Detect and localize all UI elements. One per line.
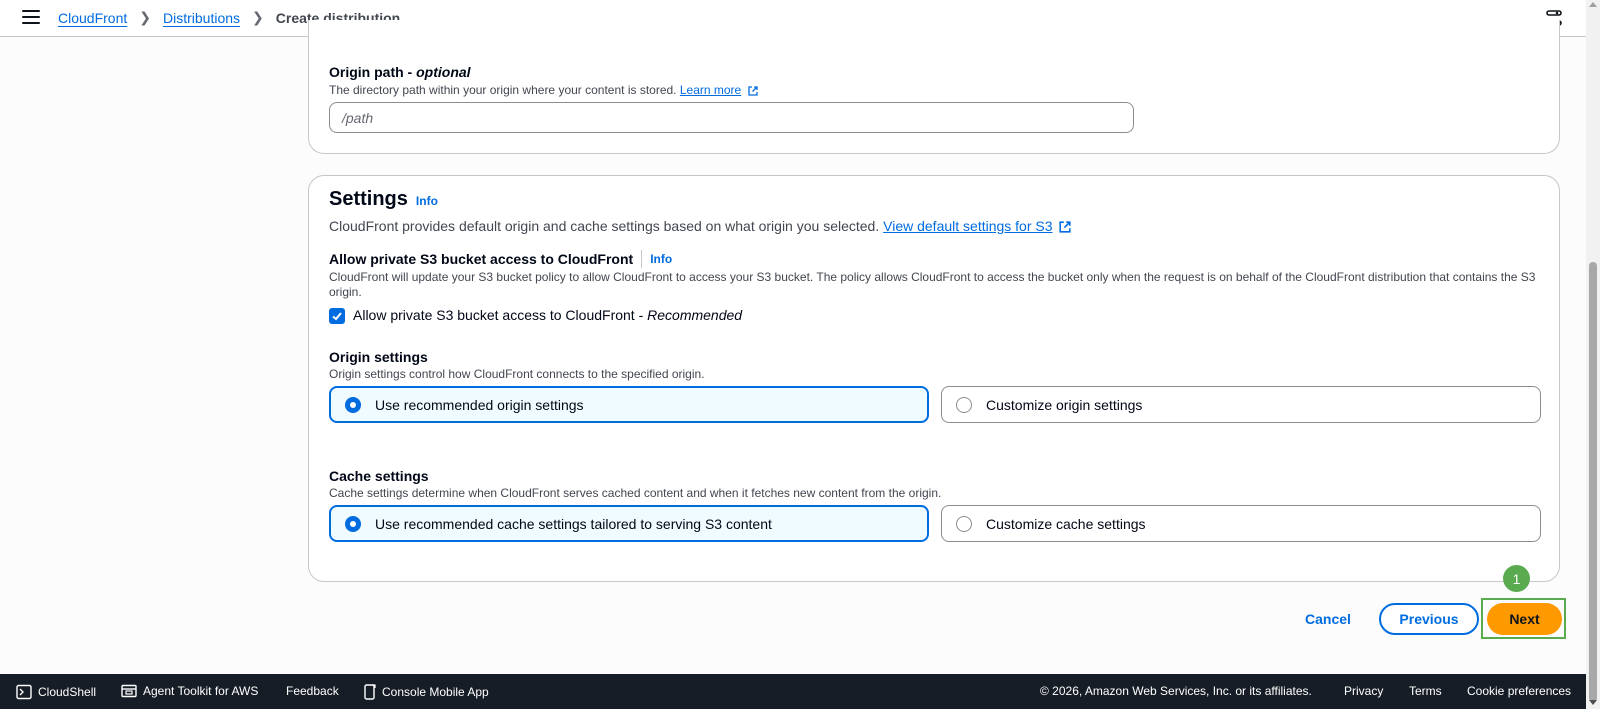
radio-selected-icon xyxy=(345,515,361,532)
settings-header: Settings Info xyxy=(329,188,438,211)
console-mobile-app-link[interactable]: Console Mobile App xyxy=(364,684,489,700)
learn-more-link[interactable]: Learn more xyxy=(680,83,741,97)
console-footer: CloudShell Agent Toolkit for AWS Feedbac… xyxy=(0,674,1586,709)
terms-link[interactable]: Terms xyxy=(1409,684,1442,698)
previous-button[interactable]: Previous xyxy=(1379,603,1479,635)
chevron-right-icon: ❯ xyxy=(252,9,264,25)
scroll-down-icon[interactable] xyxy=(1589,700,1597,705)
settings-description: CloudFront provides default origin and c… xyxy=(329,218,1072,234)
private-access-checkbox-label[interactable]: Allow private S3 bucket access to CloudF… xyxy=(353,307,742,323)
origin-path-placeholder: /path xyxy=(342,109,374,126)
menu-icon[interactable] xyxy=(22,10,40,24)
page-scrollbar[interactable] xyxy=(1586,0,1600,709)
settings-info-link[interactable]: Info xyxy=(416,194,438,208)
cancel-button[interactable]: Cancel xyxy=(1295,603,1361,635)
origin-path-container: Origin path - optional The directory pat… xyxy=(308,20,1560,154)
cookie-preferences-link[interactable]: Cookie preferences xyxy=(1467,684,1571,698)
cache-customize-label: Customize cache settings xyxy=(986,515,1146,532)
mobile-phone-icon xyxy=(364,684,376,700)
origin-recommended-label: Use recommended origin settings xyxy=(375,396,584,413)
toolkit-icon xyxy=(121,684,137,698)
view-default-settings-link[interactable]: View default settings for S3 xyxy=(883,218,1052,234)
annotation-marker: 1 xyxy=(1503,565,1530,592)
origin-customize-option[interactable]: Customize origin settings xyxy=(941,386,1541,423)
origin-recommended-option[interactable]: Use recommended origin settings xyxy=(329,386,929,423)
chevron-right-icon: ❯ xyxy=(139,9,151,25)
origin-settings-label: Origin settings xyxy=(329,349,428,365)
terminal-icon xyxy=(16,684,32,700)
agent-toolkit-button[interactable]: Agent Toolkit for AWS xyxy=(121,684,258,698)
scroll-up-icon[interactable] xyxy=(1589,2,1597,7)
private-access-checkbox[interactable] xyxy=(329,308,345,324)
feedback-link[interactable]: Feedback xyxy=(286,684,339,698)
privacy-link[interactable]: Privacy xyxy=(1344,684,1383,698)
radio-selected-icon xyxy=(345,396,361,413)
settings-container: Settings Info CloudFront provides defaul… xyxy=(308,175,1560,582)
external-link-icon xyxy=(747,86,758,96)
origin-customize-label: Customize origin settings xyxy=(986,396,1143,413)
breadcrumb-cloudfront[interactable]: CloudFront xyxy=(58,10,127,26)
cache-recommended-label: Use recommended cache settings tailored … xyxy=(375,515,772,532)
breadcrumb-distributions[interactable]: Distributions xyxy=(163,10,240,26)
origin-path-label: Origin path - optional xyxy=(329,64,471,80)
origin-path-input[interactable]: /path xyxy=(329,102,1134,133)
private-access-header: Allow private S3 bucket access to CloudF… xyxy=(329,250,672,268)
cache-recommended-option[interactable]: Use recommended cache settings tailored … xyxy=(329,505,929,542)
radio-unselected-icon xyxy=(956,396,972,413)
private-access-description: CloudFront will update your S3 bucket po… xyxy=(329,270,1536,299)
radio-unselected-icon xyxy=(956,515,972,532)
origin-settings-description: Origin settings control how CloudFront c… xyxy=(329,367,705,381)
cache-settings-label: Cache settings xyxy=(329,468,429,484)
divider xyxy=(641,250,643,268)
settings-title: Settings xyxy=(329,188,408,210)
annotation-highlight-box xyxy=(1481,598,1566,639)
private-access-info-link[interactable]: Info xyxy=(650,252,672,266)
private-access-label: Allow private S3 bucket access to CloudF… xyxy=(329,251,634,267)
checkmark-icon xyxy=(332,312,342,321)
external-link-icon xyxy=(1059,221,1072,233)
scroll-thumb[interactable] xyxy=(1589,262,1597,702)
copyright-text: © 2026, Amazon Web Services, Inc. or its… xyxy=(1040,684,1312,698)
cache-customize-option[interactable]: Customize cache settings xyxy=(941,505,1541,542)
cloudshell-button[interactable]: CloudShell xyxy=(16,684,96,700)
cache-settings-description: Cache settings determine when CloudFront… xyxy=(329,486,942,500)
origin-path-description: The directory path within your origin wh… xyxy=(329,83,758,97)
